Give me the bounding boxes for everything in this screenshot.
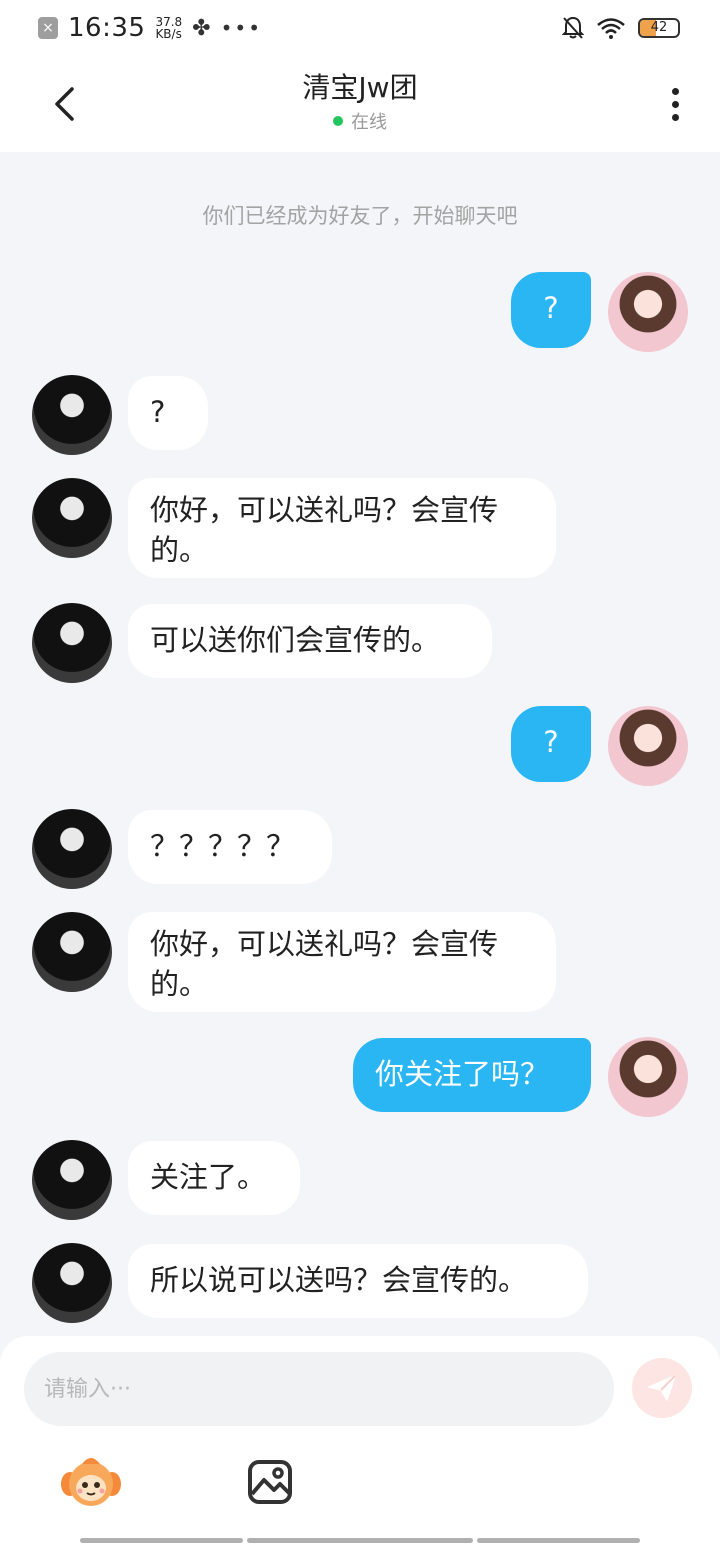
fan-icon: ✤ (192, 15, 211, 41)
home-indicator[interactable] (80, 1538, 243, 1543)
status-right: 42 (562, 16, 680, 40)
friend-avatar[interactable] (32, 809, 112, 889)
send-button[interactable] (632, 1358, 692, 1418)
online-status: 在线 (160, 108, 560, 134)
status-time: 16:35 (68, 13, 146, 43)
chat-header: 清宝Jw团 在线 (0, 56, 720, 152)
friend-avatar[interactable] (32, 478, 112, 558)
message-input[interactable] (24, 1352, 614, 1426)
friend-avatar[interactable] (32, 912, 112, 992)
mascot-emoji-icon[interactable] (60, 1454, 122, 1510)
online-status-label: 在线 (351, 112, 387, 133)
network-speed: 37.8 KB/s (155, 16, 182, 40)
bell-off-icon (562, 16, 584, 40)
more-dots-icon: ••• (220, 16, 262, 40)
message-bubble-incoming[interactable]: 关注了。 (128, 1141, 300, 1215)
message-bubble-incoming[interactable]: 可以送你们会宣传的。 (128, 604, 492, 678)
battery-icon: 42 (638, 18, 680, 38)
self-avatar[interactable] (608, 272, 688, 352)
system-note: 你们已经成为好友了，开始聊天吧 (202, 204, 518, 228)
message-bubble-incoming[interactable]: ? (128, 376, 208, 450)
friend-avatar[interactable] (32, 1140, 112, 1220)
more-options-button[interactable] (660, 82, 690, 126)
friend-avatar[interactable] (32, 375, 112, 455)
friend-avatar[interactable] (32, 603, 112, 683)
status-left: × 16:35 37.8 KB/s ✤ ••• (38, 13, 262, 43)
status-bar: × 16:35 37.8 KB/s ✤ ••• 42 (0, 0, 720, 56)
net-speed-unit: KB/s (155, 27, 182, 41)
more-dot (671, 113, 679, 121)
battery-level: 42 (650, 20, 668, 35)
friend-avatar[interactable] (32, 1243, 112, 1323)
header-center: 清宝Jw团 在线 (160, 70, 560, 134)
message-bubble-incoming[interactable]: ？？？？？ (128, 810, 332, 884)
wifi-icon (596, 17, 626, 39)
message-bubble-incoming[interactable]: 所以说可以送吗？会宣传的。 (128, 1244, 588, 1318)
self-avatar[interactable] (608, 1037, 688, 1117)
input-panel (0, 1336, 720, 1544)
home-indicator[interactable] (247, 1538, 473, 1543)
home-indicator[interactable] (477, 1538, 640, 1543)
send-icon (648, 1375, 676, 1401)
more-vertical-icon (671, 87, 679, 95)
image-icon[interactable] (246, 1458, 294, 1506)
back-button[interactable] (44, 82, 84, 126)
sim-off-icon: × (38, 17, 58, 39)
message-bubble-outgoing[interactable]: ? (511, 272, 591, 348)
message-bubble-outgoing[interactable]: 你关注了吗？ (353, 1038, 591, 1112)
message-bubble-outgoing[interactable]: ? (511, 706, 591, 782)
online-dot-icon (333, 116, 343, 126)
chat-title: 清宝Jw团 (302, 71, 418, 104)
message-bubble-incoming[interactable]: 你好，可以送礼吗？会宣传的。 (128, 912, 556, 1012)
message-bubble-incoming[interactable]: 你好，可以送礼吗？会宣传的。 (128, 478, 556, 578)
more-dot (671, 100, 679, 108)
chevron-left-icon (55, 87, 74, 121)
self-avatar[interactable] (608, 706, 688, 786)
